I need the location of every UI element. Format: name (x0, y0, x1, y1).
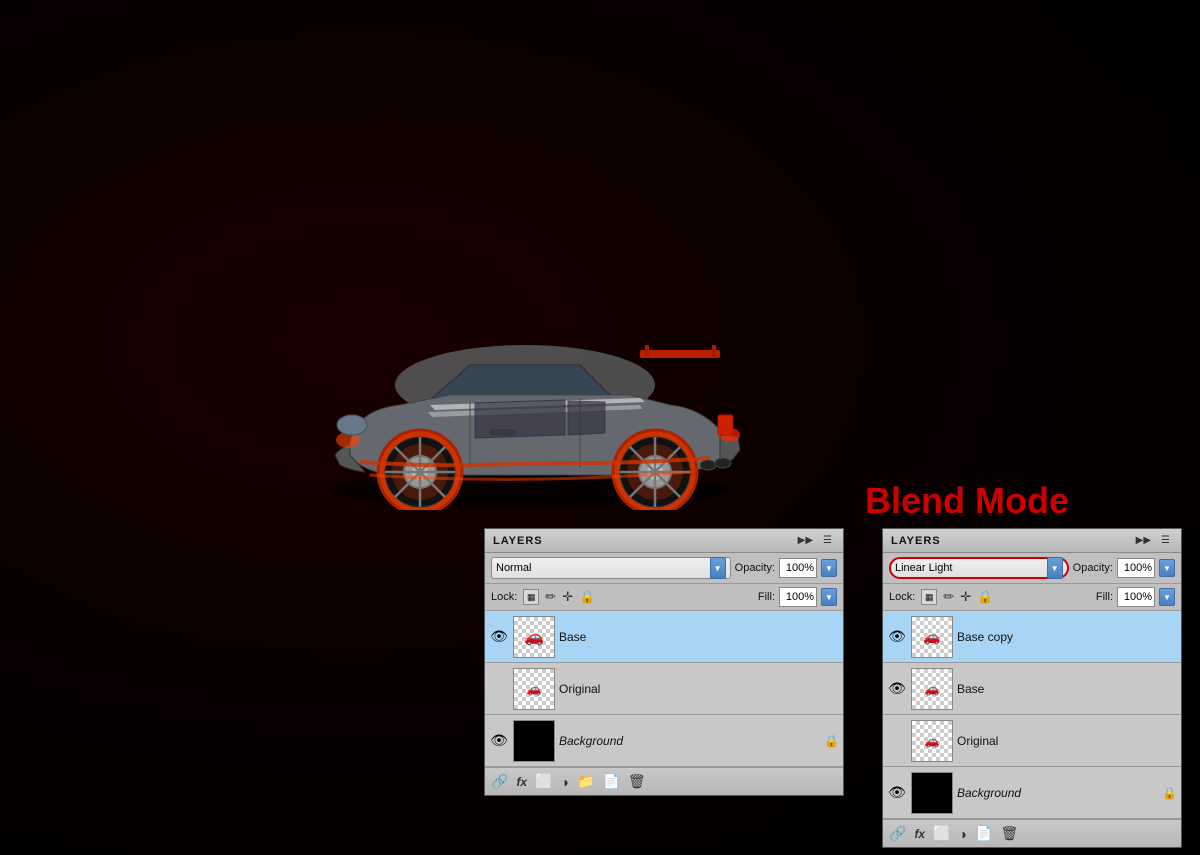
right-footer-delete-icon[interactable]: 🗑 (1000, 825, 1018, 842)
left-blend-value: Normal (496, 562, 531, 574)
left-layer-base[interactable]: 👁 🚗 Base (485, 611, 843, 663)
left-lock-paint[interactable]: ✏ (545, 589, 556, 605)
right-panel-expand-btn[interactable]: ▶▶ (1133, 535, 1154, 546)
right-layer-original[interactable]: 🚗 Original (883, 715, 1181, 767)
left-blend-arrow[interactable]: ▼ (710, 557, 726, 579)
left-panel-title: LAYERS (493, 535, 543, 547)
right-opacity-row: Opacity: ▼ (1073, 558, 1175, 578)
left-panel-footer: 🔗 fx ⬜ ◑ 📁 📄 🗑 (485, 767, 843, 795)
right-fill-input[interactable] (1117, 587, 1155, 607)
right-layer-base-copy-name: Base copy (957, 630, 1177, 644)
right-panel-menu-btn[interactable]: ☰ (1158, 535, 1173, 546)
right-lock-row: Lock: ▦ ✏ ✛ 🔒 Fill: ▼ (883, 584, 1181, 611)
left-opacity-stepper[interactable]: ▼ (821, 559, 837, 577)
right-lock-paint[interactable]: ✏ (943, 589, 954, 605)
layers-panel-left: LAYERS ▶▶ ☰ Normal ▼ Opacity: ▼ Lock: ▦ … (484, 528, 844, 796)
right-lock-all[interactable]: 🔒 (977, 589, 993, 605)
left-opacity-input[interactable] (779, 558, 817, 578)
right-panel-controls: ▶▶ ☰ (1133, 535, 1173, 546)
right-footer-group-icon[interactable]: 📄 (975, 825, 992, 842)
left-layer-original[interactable]: 🚗 Original (485, 663, 843, 715)
left-fill-input[interactable] (779, 587, 817, 607)
right-blend-row: Linear Light ▼ Opacity: ▼ (883, 553, 1181, 584)
right-layer-background-eye[interactable]: 👁 (887, 783, 907, 803)
right-layer-background-lock: 🔒 (1162, 786, 1177, 800)
left-panel-menu-btn[interactable]: ☰ (820, 535, 835, 546)
left-panel-expand-btn[interactable]: ▶▶ (795, 535, 816, 546)
left-lock-label: Lock: (491, 591, 517, 603)
left-lock-transparency[interactable]: ▦ (523, 589, 539, 605)
right-panel-title: LAYERS (891, 535, 941, 547)
right-fill-label: Fill: (1096, 591, 1113, 603)
right-opacity-input[interactable] (1117, 558, 1155, 578)
left-layer-base-eye[interactable]: 👁 (489, 627, 509, 647)
right-footer-mask-icon[interactable]: ⬜ (933, 825, 950, 842)
right-layer-base-eye[interactable]: 👁 (887, 679, 907, 699)
left-layer-background-lock: 🔒 (824, 734, 839, 748)
right-layer-base-copy-thumb: 🚗 (911, 616, 953, 658)
right-opacity-label: Opacity: (1073, 562, 1113, 574)
right-footer-fx-icon[interactable]: fx (914, 827, 925, 841)
left-layer-base-name: Base (559, 630, 839, 644)
left-blend-select[interactable]: Normal ▼ (491, 557, 731, 579)
left-layer-base-thumb: 🚗 (513, 616, 555, 658)
left-footer-fx-icon[interactable]: fx (516, 775, 527, 789)
layers-panel-right: LAYERS ▶▶ ☰ Linear Light ▼ Opacity: ▼ Lo… (882, 528, 1182, 848)
right-lock-transparency[interactable]: ▦ (921, 589, 937, 605)
right-layer-base-name: Base (957, 682, 1177, 696)
left-layer-original-name: Original (559, 682, 839, 696)
left-layer-background-eye[interactable]: 👁 (489, 731, 509, 751)
left-blend-row: Normal ▼ Opacity: ▼ (485, 553, 843, 584)
right-fill-section: Fill: ▼ (1096, 587, 1175, 607)
left-layer-background-name: Background (559, 734, 820, 748)
left-footer-link-icon[interactable]: 🔗 (491, 773, 508, 790)
right-layer-background-thumb (911, 772, 953, 814)
right-blend-arrow[interactable]: ▼ (1047, 557, 1063, 579)
left-layer-original-eye-placeholder (489, 679, 509, 699)
right-layer-background-name: Background (957, 786, 1158, 800)
right-layer-base-copy[interactable]: 👁 🚗 Base copy (883, 611, 1181, 663)
left-footer-new-icon[interactable]: 📄 (602, 773, 619, 790)
left-opacity-label: Opacity: (735, 562, 775, 574)
left-footer-adjustment-icon[interactable]: ◑ (561, 774, 569, 790)
left-lock-row: Lock: ▦ ✏ ✛ 🔒 Fill: ▼ (485, 584, 843, 611)
right-lock-label: Lock: (889, 591, 915, 603)
right-opacity-stepper[interactable]: ▼ (1159, 559, 1175, 577)
left-footer-delete-icon[interactable]: 🗑 (628, 773, 646, 790)
right-panel-header: LAYERS ▶▶ ☰ (883, 529, 1181, 553)
right-fill-stepper[interactable]: ▼ (1159, 588, 1175, 606)
car-illustration (270, 290, 780, 510)
left-lock-all[interactable]: 🔒 (579, 589, 595, 605)
left-fill-section: Fill: ▼ (758, 587, 837, 607)
right-layer-base-copy-eye[interactable]: 👁 (887, 627, 907, 647)
right-layer-base-thumb: 🚗 (911, 668, 953, 710)
left-panel-controls: ▶▶ ☰ (795, 535, 835, 546)
left-fill-stepper[interactable]: ▼ (821, 588, 837, 606)
right-blend-select[interactable]: Linear Light ▼ (889, 557, 1069, 579)
left-layer-background-thumb (513, 720, 555, 762)
left-fill-label: Fill: (758, 591, 775, 603)
right-layer-original-name: Original (957, 734, 1177, 748)
right-layer-original-thumb: 🚗 (911, 720, 953, 762)
right-blend-value: Linear Light (895, 562, 953, 574)
right-footer-link-icon[interactable]: 🔗 (889, 825, 906, 842)
left-panel-header: LAYERS ▶▶ ☰ (485, 529, 843, 553)
left-layer-original-thumb: 🚗 (513, 668, 555, 710)
right-footer-adjustment-icon[interactable]: ◑ (959, 826, 967, 842)
right-panel-footer: 🔗 fx ⬜ ◑ 📄 🗑 (883, 819, 1181, 847)
blend-mode-heading: Blend Mode (865, 480, 1069, 522)
right-layer-base[interactable]: 👁 🚗 Base (883, 663, 1181, 715)
right-lock-move[interactable]: ✛ (960, 589, 971, 605)
right-layer-background[interactable]: 👁 Background 🔒 (883, 767, 1181, 819)
left-lock-move[interactable]: ✛ (562, 589, 573, 605)
left-layer-background[interactable]: 👁 Background 🔒 (485, 715, 843, 767)
left-footer-mask-icon[interactable]: ⬜ (535, 773, 552, 790)
left-opacity-row: Opacity: ▼ (735, 558, 837, 578)
left-footer-group-icon[interactable]: 📁 (577, 773, 594, 790)
right-layer-original-eye-placeholder (887, 731, 907, 751)
